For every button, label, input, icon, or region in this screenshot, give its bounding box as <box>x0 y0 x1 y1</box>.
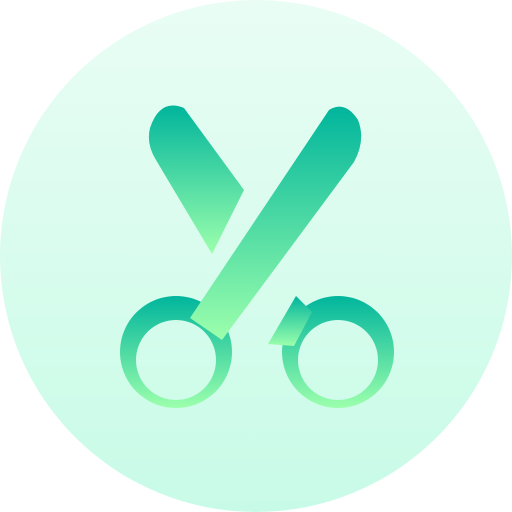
scissors-icon <box>0 0 512 512</box>
scissors-icon-tile <box>0 0 512 512</box>
